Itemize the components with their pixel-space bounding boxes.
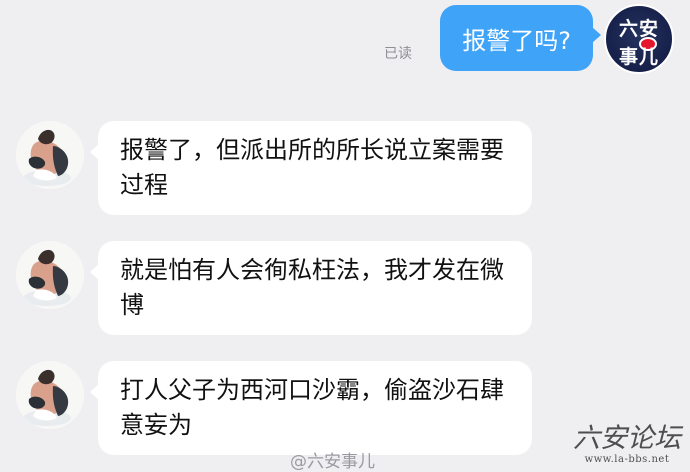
site-logo-watermark: 六安论坛 www.la-bbs.net xyxy=(568,424,686,470)
incoming-message-text: 打人父子为西河口沙霸，偷盗沙石肆意妄为 xyxy=(120,376,504,439)
site-logo-title: 六安论坛 xyxy=(573,423,681,454)
site-logo-url: www.la-bbs.net xyxy=(584,454,670,465)
peer-avatar[interactable] xyxy=(16,241,84,309)
outgoing-message-text: 报警了吗? xyxy=(462,26,571,55)
outgoing-message-bubble[interactable]: 报警了吗? xyxy=(440,5,601,71)
self-avatar[interactable]: 六安 事儿 xyxy=(604,4,674,74)
peer-avatar[interactable] xyxy=(16,121,84,189)
father-and-child-photo-icon xyxy=(16,241,84,309)
incoming-message-text: 报警了，但派出所的所长说立案需要过程 xyxy=(120,136,504,199)
read-receipt: 已读 xyxy=(384,46,412,62)
father-and-child-photo-icon xyxy=(16,361,84,429)
weibo-watermark: @六安事儿 xyxy=(290,452,375,472)
avatar-text-line1: 六安 xyxy=(618,18,659,40)
peer-avatar[interactable] xyxy=(16,361,84,429)
incoming-message-bubble[interactable]: 就是怕有人会徇私枉法，我才发在微博 xyxy=(90,241,532,335)
avatar-text-line2: 事儿 xyxy=(618,46,659,68)
incoming-message-bubble[interactable]: 报警了，但派出所的所长说立案需要过程 xyxy=(90,121,532,215)
father-and-child-photo-icon xyxy=(16,121,84,189)
incoming-message-bubble[interactable]: 打人父子为西河口沙霸，偷盗沙石肆意妄为 xyxy=(90,361,532,455)
incoming-message-text: 就是怕有人会徇私枉法，我才发在微博 xyxy=(120,256,504,319)
